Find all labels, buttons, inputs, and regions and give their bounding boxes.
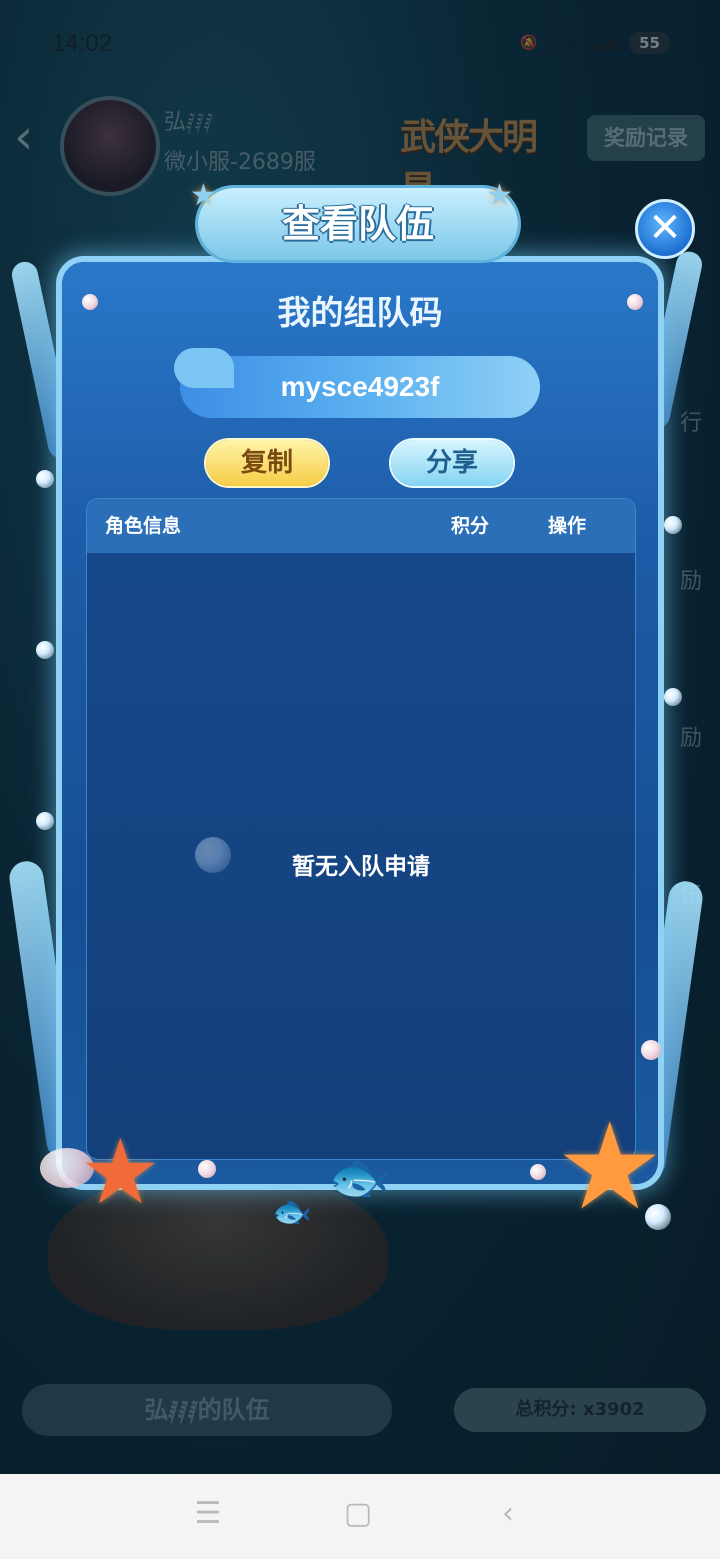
empty-state-message: 暂无入队申请 [292, 854, 430, 880]
column-header-score: 积分 [451, 515, 490, 537]
bubble-decoration [36, 812, 54, 830]
pearl-decoration [198, 1160, 216, 1178]
copy-button[interactable]: 复制 [206, 440, 328, 486]
table-header: 角色信息 积分 操作 [87, 499, 635, 553]
game-screen: 14:02 🔕 5GA ▂▃▅ 55 ‹ 弘𝅁𝅁𝅁 微小服-2689服 武侠大明… [0, 0, 720, 1474]
starfish-decoration: ★ [486, 178, 513, 213]
share-button[interactable]: 分享 [391, 440, 513, 486]
bubble-decoration [195, 837, 231, 873]
bubble-decoration [664, 688, 682, 706]
menu-icon[interactable]: ☰ [188, 1494, 228, 1534]
modal-title: 查看队伍 [281, 202, 434, 246]
fish-decoration: 🐟 [328, 1148, 391, 1206]
bubble-decoration [36, 641, 54, 659]
team-code-heading: 我的组队码 [277, 293, 443, 332]
pearl-decoration [82, 294, 98, 310]
fish-decoration: 🐟 [272, 1192, 312, 1230]
bubble-decoration [36, 470, 54, 488]
column-header-role-info: 角色信息 [105, 515, 182, 537]
bubble-decoration [664, 516, 682, 534]
team-code-value: mysce4923f [280, 371, 440, 402]
application-table: 角色信息 积分 操作 暂无入队申请 [86, 498, 636, 1160]
back-icon[interactable]: ‹ [488, 1494, 528, 1534]
starfish-decoration: ★ [556, 1098, 664, 1237]
system-nav-bar: ☰ ▢ ‹ [0, 1474, 720, 1559]
close-icon[interactable]: ✕ [635, 199, 695, 259]
pearl-decoration [530, 1164, 546, 1180]
column-header-action: 操作 [548, 515, 587, 537]
pearl-decoration [641, 1040, 661, 1060]
starfish-decoration: ★ [80, 1120, 161, 1225]
home-icon[interactable]: ▢ [338, 1494, 378, 1534]
pearl-decoration [627, 294, 643, 310]
starfish-decoration: ★ [190, 178, 217, 213]
